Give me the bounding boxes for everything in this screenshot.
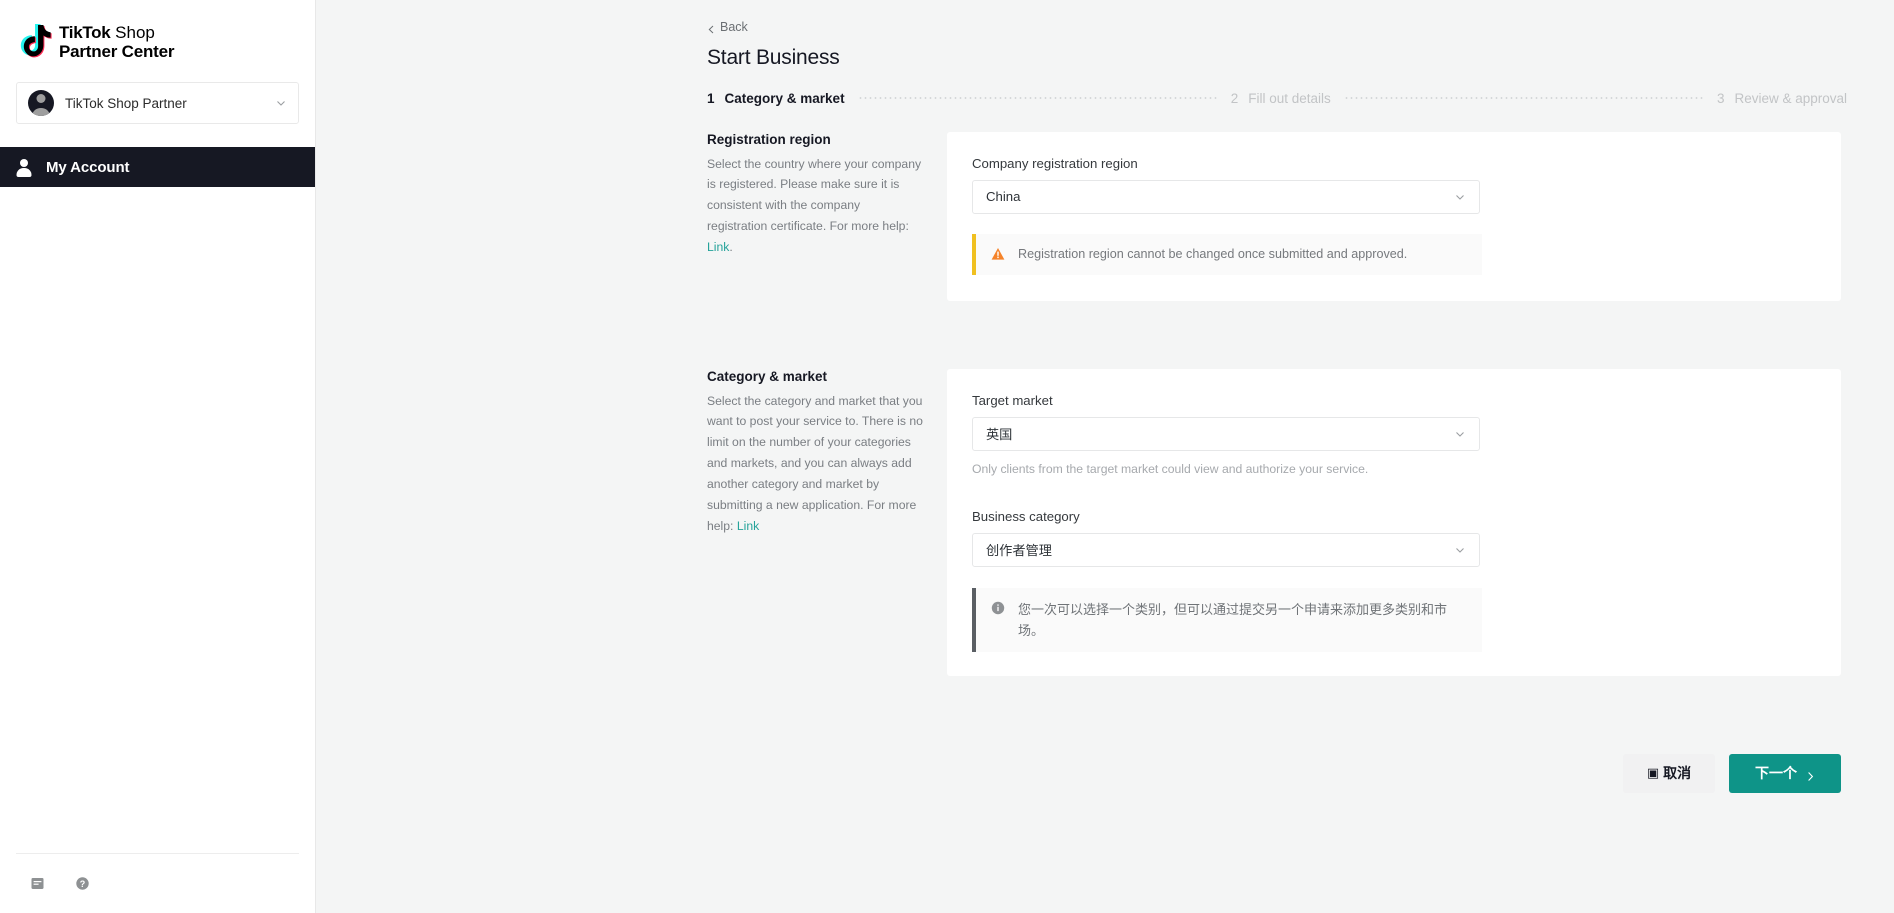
- cancel-glyph-icon: ▣: [1646, 765, 1660, 781]
- section-registration-region-description: Registration region Select the country w…: [707, 132, 947, 301]
- section-category-market-card: Target market 英国 Only clients from the t…: [947, 368, 1841, 676]
- section-description-text: Select the category and market that you …: [707, 393, 923, 534]
- svg-text:?: ?: [80, 879, 86, 889]
- warning-triangle-icon: [991, 247, 1005, 261]
- company-registration-region-value: China: [986, 189, 1021, 204]
- sidebar-footer-icons: ?: [16, 876, 299, 913]
- step-label: Review & approval: [1734, 90, 1848, 106]
- chevron-down-icon: [1454, 544, 1466, 556]
- cancel-button-label: 取消: [1663, 765, 1692, 782]
- back-button[interactable]: Back: [707, 20, 748, 34]
- account-selector[interactable]: TikTok Shop Partner: [16, 82, 299, 124]
- step-1-category-market[interactable]: 1 Category & market: [707, 91, 845, 106]
- chevron-right-icon: [1806, 769, 1815, 781]
- chevron-down-icon: [1454, 191, 1466, 203]
- section-title: Registration region: [707, 131, 831, 147]
- step-number: 1: [707, 90, 715, 106]
- section-category-market-description: Category & market Select the category an…: [707, 369, 947, 676]
- help-link[interactable]: Link: [737, 519, 759, 533]
- section-description: Select the country where your company is…: [707, 154, 923, 259]
- step-label: Category & market: [724, 90, 845, 106]
- next-button-label: 下一个: [1755, 765, 1797, 782]
- business-category-select[interactable]: 创作者管理: [972, 532, 1480, 567]
- section-registration-region: Registration region Select the country w…: [707, 131, 1841, 301]
- brand-tiktok-word: TikTok: [59, 22, 111, 42]
- target-market-hint: Only clients from the target market coul…: [972, 461, 1369, 476]
- business-category-label: Business category: [972, 508, 1080, 524]
- account-selector-label: TikTok Shop Partner: [65, 95, 187, 111]
- app-root: TikTok Shop Partner Center TikTok Shop P…: [0, 0, 1894, 913]
- company-registration-region-label: Company registration region: [972, 155, 1138, 171]
- company-registration-region-select[interactable]: China: [972, 179, 1480, 214]
- sidebar: TikTok Shop Partner Center TikTok Shop P…: [0, 0, 316, 913]
- info-circle-icon: [991, 601, 1005, 615]
- section-registration-region-card: Company registration region China Regist…: [947, 131, 1841, 301]
- main-content: Back Start Business 1 Category & market …: [316, 0, 1894, 913]
- brand-logo-line1: TikTok Shop: [59, 23, 174, 42]
- business-category-value: 创作者管理: [986, 543, 1052, 558]
- cancel-button[interactable]: ▣ 取消: [1623, 753, 1715, 793]
- document-icon[interactable]: [30, 876, 45, 891]
- step-connector-1: [857, 97, 1218, 99]
- brand-shop-word: Shop: [110, 22, 155, 42]
- person-icon: [14, 157, 34, 177]
- page-title: Start Business: [707, 45, 840, 69]
- brand-logo-line2: Partner Center: [59, 42, 175, 61]
- avatar-icon: [28, 90, 54, 116]
- brand-logo-text: TikTok Shop Partner Center: [59, 23, 174, 61]
- brand-logo[interactable]: TikTok Shop Partner Center: [0, 0, 315, 62]
- target-market-value: 英国: [986, 427, 1013, 442]
- help-link[interactable]: Link: [707, 240, 729, 254]
- target-market-select[interactable]: 英国: [972, 416, 1480, 451]
- step-label: Fill out details: [1248, 90, 1331, 106]
- chevron-left-icon: [707, 23, 716, 33]
- back-button-label: Back: [720, 20, 748, 34]
- step-number: 3: [1716, 90, 1725, 106]
- section-description-text: Select the country where your company is…: [707, 156, 922, 234]
- form-actions: ▣ 取消 下一个: [707, 753, 1841, 793]
- step-connector-2: [1343, 97, 1704, 99]
- stepper: 1 Category & market 2 Fill out details 3…: [707, 91, 1847, 106]
- section-description-suffix: .: [729, 240, 733, 255]
- tiktok-note-icon: [16, 22, 52, 62]
- business-category-info-banner: 您一次可以选择一个类别，但可以通过提交另一个申请来添加更多类别和市场。: [972, 587, 1482, 652]
- sidebar-item-my-account[interactable]: My Account: [0, 147, 315, 187]
- chevron-down-icon: [1454, 428, 1466, 440]
- chevron-down-icon: [275, 97, 287, 109]
- sidebar-footer: ?: [0, 853, 315, 913]
- business-category-info-text: 您一次可以选择一个类别，但可以通过提交另一个申请来添加更多类别和市场。: [1018, 601, 1448, 638]
- registration-region-warning-text: Registration region cannot be changed on…: [1018, 246, 1408, 261]
- registration-region-warning-banner: Registration region cannot be changed on…: [972, 233, 1482, 276]
- step-3-review-approval[interactable]: 3 Review & approval: [1717, 91, 1847, 106]
- step-2-fill-out-details[interactable]: 2 Fill out details: [1231, 91, 1331, 106]
- next-button[interactable]: 下一个: [1729, 753, 1841, 793]
- sidebar-item-label: My Account: [46, 158, 130, 176]
- sidebar-divider: [16, 853, 299, 854]
- section-title: Category & market: [707, 368, 828, 384]
- step-number: 2: [1230, 90, 1239, 106]
- section-category-market: Category & market Select the category an…: [707, 368, 1841, 676]
- section-description: Select the category and market that you …: [707, 391, 923, 538]
- target-market-label: Target market: [972, 392, 1053, 408]
- help-circle-icon[interactable]: ?: [75, 876, 90, 891]
